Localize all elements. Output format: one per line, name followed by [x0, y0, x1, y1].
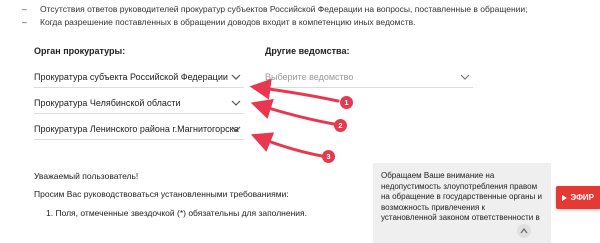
notice-line: недопустимость злоупотребления правом	[381, 181, 538, 191]
play-icon	[561, 194, 567, 201]
live-broadcast-button[interactable]: ЭФИР	[556, 186, 600, 209]
scroll-up-button[interactable]	[517, 224, 531, 238]
live-broadcast-label: ЭФИР	[570, 193, 595, 202]
notice-line: возможность привлечения к	[381, 202, 486, 212]
rule-text: 1. Поля, отмеченные звездочкой (*) обяза…	[46, 208, 308, 218]
annotation-badge: 1	[340, 96, 353, 109]
greeting-text: Уважаемый пользователь!	[34, 171, 139, 181]
annotation-badge: 3	[322, 150, 335, 163]
annotation-badge: 2	[334, 119, 347, 132]
notice-line: Обращаем Ваше внимание на	[381, 171, 495, 180]
arrow-3	[250, 132, 324, 158]
chevron-up-icon	[520, 228, 528, 234]
instructions-text: Просим Вас руководствоваться установленн…	[34, 189, 289, 199]
arrow-1	[249, 78, 340, 103]
notice-line: на обращение в государственные органы и	[381, 192, 542, 201]
notice-line: установленной законом ответственности в	[381, 213, 540, 222]
arrow-2	[250, 98, 336, 126]
